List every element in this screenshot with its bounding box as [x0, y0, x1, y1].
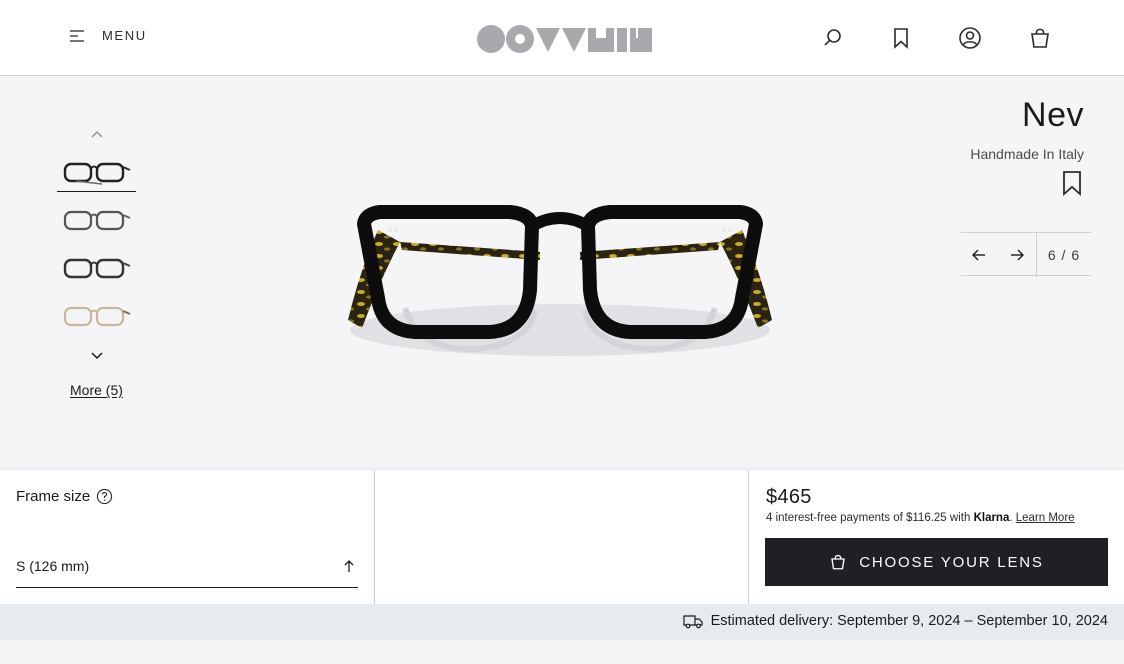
frame-size-label: Frame size — [16, 488, 91, 505]
thumbnail-3[interactable] — [57, 250, 136, 288]
glasses-thumbnail-image — [63, 306, 130, 327]
bookmark-icon[interactable] — [1060, 170, 1084, 196]
menu-button[interactable]: MENU — [68, 28, 147, 43]
product-price: $465 — [766, 486, 812, 508]
column-divider — [748, 470, 749, 604]
glasses-thumbnail-image — [63, 210, 130, 231]
more-variants-link[interactable]: More (5) — [70, 382, 123, 398]
arrow-right-icon[interactable] — [1007, 245, 1027, 265]
site-header: MENU — [0, 0, 1124, 76]
estimated-delivery-text: Estimated delivery: September 9, 2024 – … — [710, 613, 1108, 629]
search-icon[interactable] — [821, 26, 845, 50]
wishlist-bookmark-icon[interactable] — [889, 26, 913, 50]
frame-size-select[interactable]: S (126 mm) — [16, 550, 358, 588]
thumbnail-1[interactable] — [57, 154, 136, 192]
arrow-up-icon — [344, 560, 354, 572]
klarna-installment-text: 4 interest-free payments of $116.25 with — [766, 512, 971, 524]
account-icon[interactable] — [958, 26, 982, 50]
thumbnail-4[interactable] — [57, 298, 136, 336]
purchase-panel: Frame size S (126 mm) $465 4 interest-fr… — [0, 470, 1124, 604]
product-subtitle: Handmade In Italy — [970, 146, 1084, 162]
frame-size-heading: Frame size — [16, 488, 113, 505]
choose-your-lens-button[interactable]: CHOOSE YOUR LENS — [765, 538, 1108, 586]
shopping-bag-icon — [831, 554, 846, 570]
product-name: Nev — [1022, 96, 1084, 134]
klarna-learn-more-link[interactable]: Learn More — [1016, 512, 1075, 524]
delivery-truck-icon — [683, 615, 703, 629]
thumbnails-up-chevron-icon[interactable] — [88, 126, 106, 142]
glasses-thumbnail-image — [63, 162, 130, 185]
frame-size-value: S (126 mm) — [16, 558, 90, 574]
glasses-thumbnail-image — [63, 258, 130, 279]
klarna-logo: Klarna — [973, 512, 1010, 524]
pager-count: 6 / 6 — [1047, 247, 1081, 263]
cta-label: CHOOSE YOUR LENS — [859, 553, 1044, 571]
menu-label: MENU — [102, 28, 147, 43]
brand-logo[interactable] — [476, 24, 654, 54]
thumbnails-down-chevron-icon[interactable] — [88, 348, 106, 364]
arrow-left-icon[interactable] — [969, 245, 989, 265]
delivery-bar: Estimated delivery: September 9, 2024 – … — [0, 604, 1124, 640]
help-question-icon[interactable] — [96, 488, 113, 505]
delivery-info: Estimated delivery: September 9, 2024 – … — [683, 613, 1108, 629]
shopping-bag-icon[interactable] — [1028, 26, 1052, 50]
product-main-image[interactable] — [320, 180, 800, 380]
klarna-financing-text: 4 interest-free payments of $116.25 with… — [766, 512, 1075, 524]
thumbnail-2[interactable] — [57, 202, 136, 240]
hamburger-icon — [70, 29, 84, 42]
image-pager: 6 / 6 — [961, 232, 1091, 277]
column-divider — [374, 470, 375, 604]
